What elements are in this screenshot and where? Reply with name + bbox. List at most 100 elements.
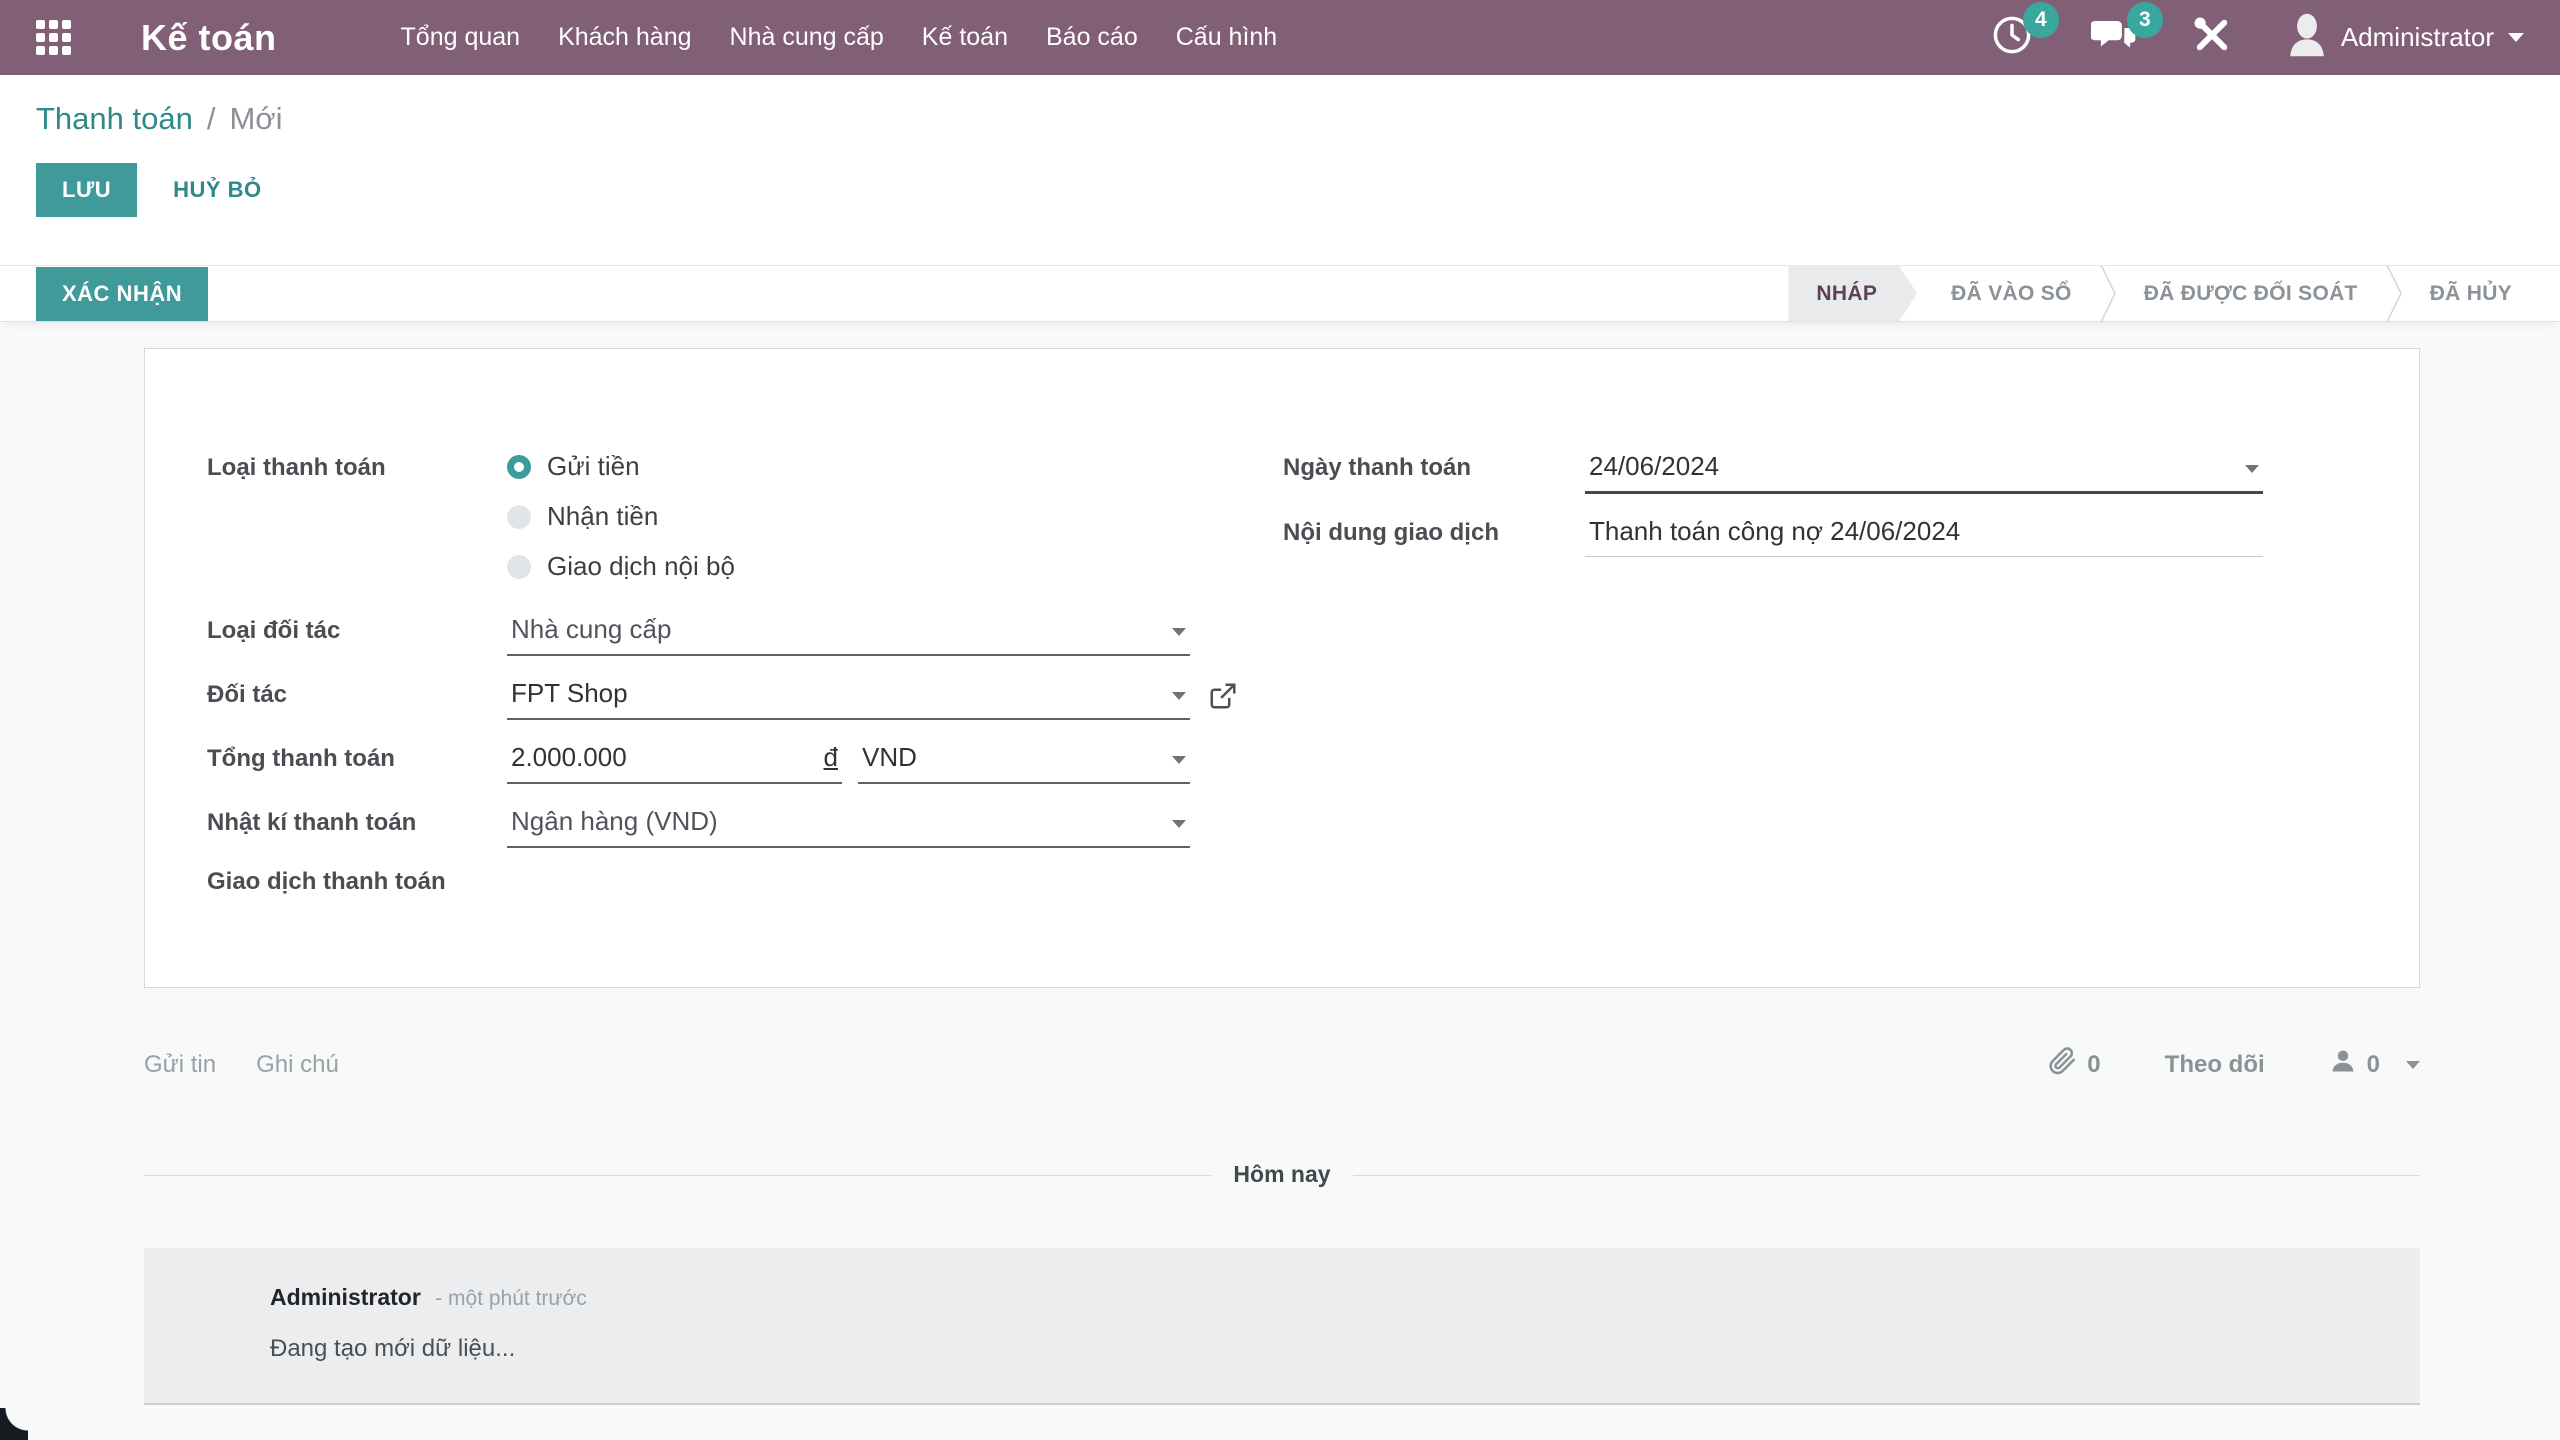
breadcrumb-parent[interactable]: Thanh toán [36,101,193,137]
discard-button[interactable]: HUỶ BỎ [173,177,262,203]
payment-date-label: Ngày thanh toán [1283,454,1472,481]
send-message-button[interactable]: Gửi tin [144,1051,216,1079]
message-author: Administrator [270,1284,421,1310]
payment-date-input[interactable]: 24/06/2024 [1585,449,2263,494]
payment-date-value: 24/06/2024 [1589,451,1720,481]
bottom-left-corner-artifact [0,1408,28,1440]
currency-select[interactable]: VND [858,740,1190,784]
follow-button[interactable]: Theo dõi [2165,1051,2265,1079]
follow-label: Theo dõi [2164,1050,2265,1078]
main-menu: Tổng quan Khách hàng Nhà cung cấp Kế toá… [382,0,1297,75]
menu-reports[interactable]: Báo cáo [1027,0,1157,75]
journal-value: Ngân hàng (VND) [511,806,718,836]
chevron-down-icon [1172,820,1186,828]
chatter-tools: 0 Theo dõi 0 [2047,1046,2420,1083]
amount-label: Tổng thanh toán [207,745,395,772]
currency-symbol: đ [823,742,838,772]
radio-checked-icon [507,454,531,479]
journal-select[interactable]: Ngân hàng (VND) [507,804,1190,848]
confirm-button[interactable]: XÁC NHẬN [36,266,209,321]
memo-value: Thanh toán công nợ 24/06/2024 [1589,516,1961,546]
payment-transaction-label: Giao dịch thanh toán [207,868,446,895]
stage-cancelled[interactable]: ĐÃ HỦY [2402,266,2540,321]
radio-receive-money-label: Nhận tiền [547,501,659,531]
partner-field: Đối tác FPT Shop [207,676,1307,720]
stage-reconciled[interactable]: ĐÃ ĐƯỢC ĐỐI SOÁT [2116,266,2386,321]
payment-transaction-field: Giao dịch thanh toán [207,868,1307,896]
amount-input[interactable]: 2.000.000 đ [507,740,842,784]
amount-value: 2.000.000 [511,742,627,772]
message-body: Đang tạo mới dữ liệu... [270,1335,516,1362]
stage-draft[interactable]: NHÁP [1788,266,1917,321]
log-note-button[interactable]: Ghi chú [256,1051,339,1079]
chevron-down-icon [1172,756,1186,764]
partner-type-label: Loại đối tác [207,617,341,644]
navbar-systray: 4 3 Administrator [1991,2,2524,63]
partner-value: FPT Shop [511,678,628,708]
message-timestamp: - một phút trước [435,1287,587,1310]
breadcrumb-separator: / [206,101,216,136]
amount-field: Tổng thanh toán 2.000.000 đ VND [207,740,1307,784]
memo-field: Nội dung giao dịch Thanh toán công nợ 24… [1283,514,2423,557]
attachment-count: 0 [2087,1050,2101,1078]
partner-select[interactable]: FPT Shop [507,676,1190,720]
menu-customers[interactable]: Khách hàng [539,0,710,75]
message-header: Administrator - một phút trước [270,1284,2420,1311]
stage-separator-icon [2100,265,2116,322]
external-link-icon[interactable] [1208,681,1238,716]
chatter-message[interactable]: Administrator - một phút trước Đang tạo … [144,1248,2420,1405]
followers-dropdown[interactable]: 0 [2329,1047,2420,1082]
debug-tools-button[interactable] [2191,14,2233,61]
breadcrumb-current: Mới [229,101,283,136]
top-navbar: Kế toán Tổng quan Khách hàng Nhà cung cấ… [0,0,2560,75]
journal-field: Nhật kí thanh toán Ngân hàng (VND) [207,804,1307,848]
user-name: Administrator [2340,22,2494,52]
journal-label: Nhật kí thanh toán [207,809,417,836]
apps-grid-icon[interactable] [36,20,71,55]
menu-overview[interactable]: Tổng quan [382,0,540,75]
record-buttons: LƯU HUỶ BỎ [36,163,2524,217]
messages-button[interactable]: 3 [2090,2,2163,61]
chevron-down-icon [2245,465,2259,473]
follower-count: 0 [2366,1050,2380,1078]
memo-label: Nội dung giao dịch [1283,519,1499,546]
radio-send-money[interactable]: Gửi tiền [507,451,735,482]
follower-icon [2329,1047,2357,1082]
radio-receive-money[interactable]: Nhận tiền [507,501,735,532]
save-button[interactable]: LƯU [36,163,138,217]
chevron-down-icon [1172,692,1186,700]
payment-date-field: Ngày thanh toán 24/06/2024 [1283,449,2423,494]
user-menu[interactable]: Administrator [2287,12,2524,63]
main-content: Loại thanh toán Gửi tiền Nhận tiền Giao … [0,323,2560,1440]
statusbar-row: XÁC NHẬN NHÁP ĐÃ VÀO SỔ ĐÃ ĐƯỢC ĐỐI SOÁT… [0,265,2560,322]
menu-accounting[interactable]: Kế toán [903,0,1027,75]
statusbar: NHÁP ĐÃ VÀO SỔ ĐÃ ĐƯỢC ĐỐI SOÁT ĐÃ HỦY [1788,265,2540,322]
activity-count-badge: 4 [2022,2,2059,38]
radio-unchecked-icon [507,554,531,579]
tools-icon [2191,14,2233,61]
radio-internal-transfer-label: Giao dịch nội bộ [547,551,735,581]
radio-internal-transfer[interactable]: Giao dịch nội bộ [507,551,735,582]
chevron-down-icon [2508,33,2524,42]
partner-label: Đối tác [207,681,288,708]
app-name[interactable]: Kế toán [141,17,277,59]
payment-type-radio-group: Gửi tiền Nhận tiền Giao dịch nội bộ [507,449,735,582]
activities-button[interactable]: 4 [1991,2,2059,61]
menu-vendors[interactable]: Nhà cung cấp [711,0,903,75]
chatter: Gửi tin Ghi chú 0 Theo dõi 0 Hôm nay Adm… [144,1046,2420,1405]
form-right-column: Ngày thanh toán 24/06/2024 Nội dung giao… [1283,449,2423,577]
partner-type-field: Loại đối tác Nhà cung cấp [207,612,1307,656]
partner-type-select[interactable]: Nhà cung cấp [507,612,1190,656]
menu-configuration[interactable]: Cấu hình [1157,0,1296,75]
chevron-down-icon [2406,1060,2420,1069]
chevron-down-icon [1172,628,1186,636]
payment-type-field: Loại thanh toán Gửi tiền Nhận tiền Giao … [207,449,1307,582]
memo-input[interactable]: Thanh toán công nợ 24/06/2024 [1585,514,2263,557]
radio-unchecked-icon [507,504,531,529]
date-separator: Hôm nay [144,1161,2420,1188]
stage-posted[interactable]: ĐÃ VÀO SỔ [1923,266,2100,321]
attachments-button[interactable]: 0 [2047,1046,2101,1083]
message-count-badge: 3 [2126,2,2163,38]
breadcrumb: Thanh toán / Mới [36,101,2524,137]
stage-separator-icon [2386,265,2402,322]
